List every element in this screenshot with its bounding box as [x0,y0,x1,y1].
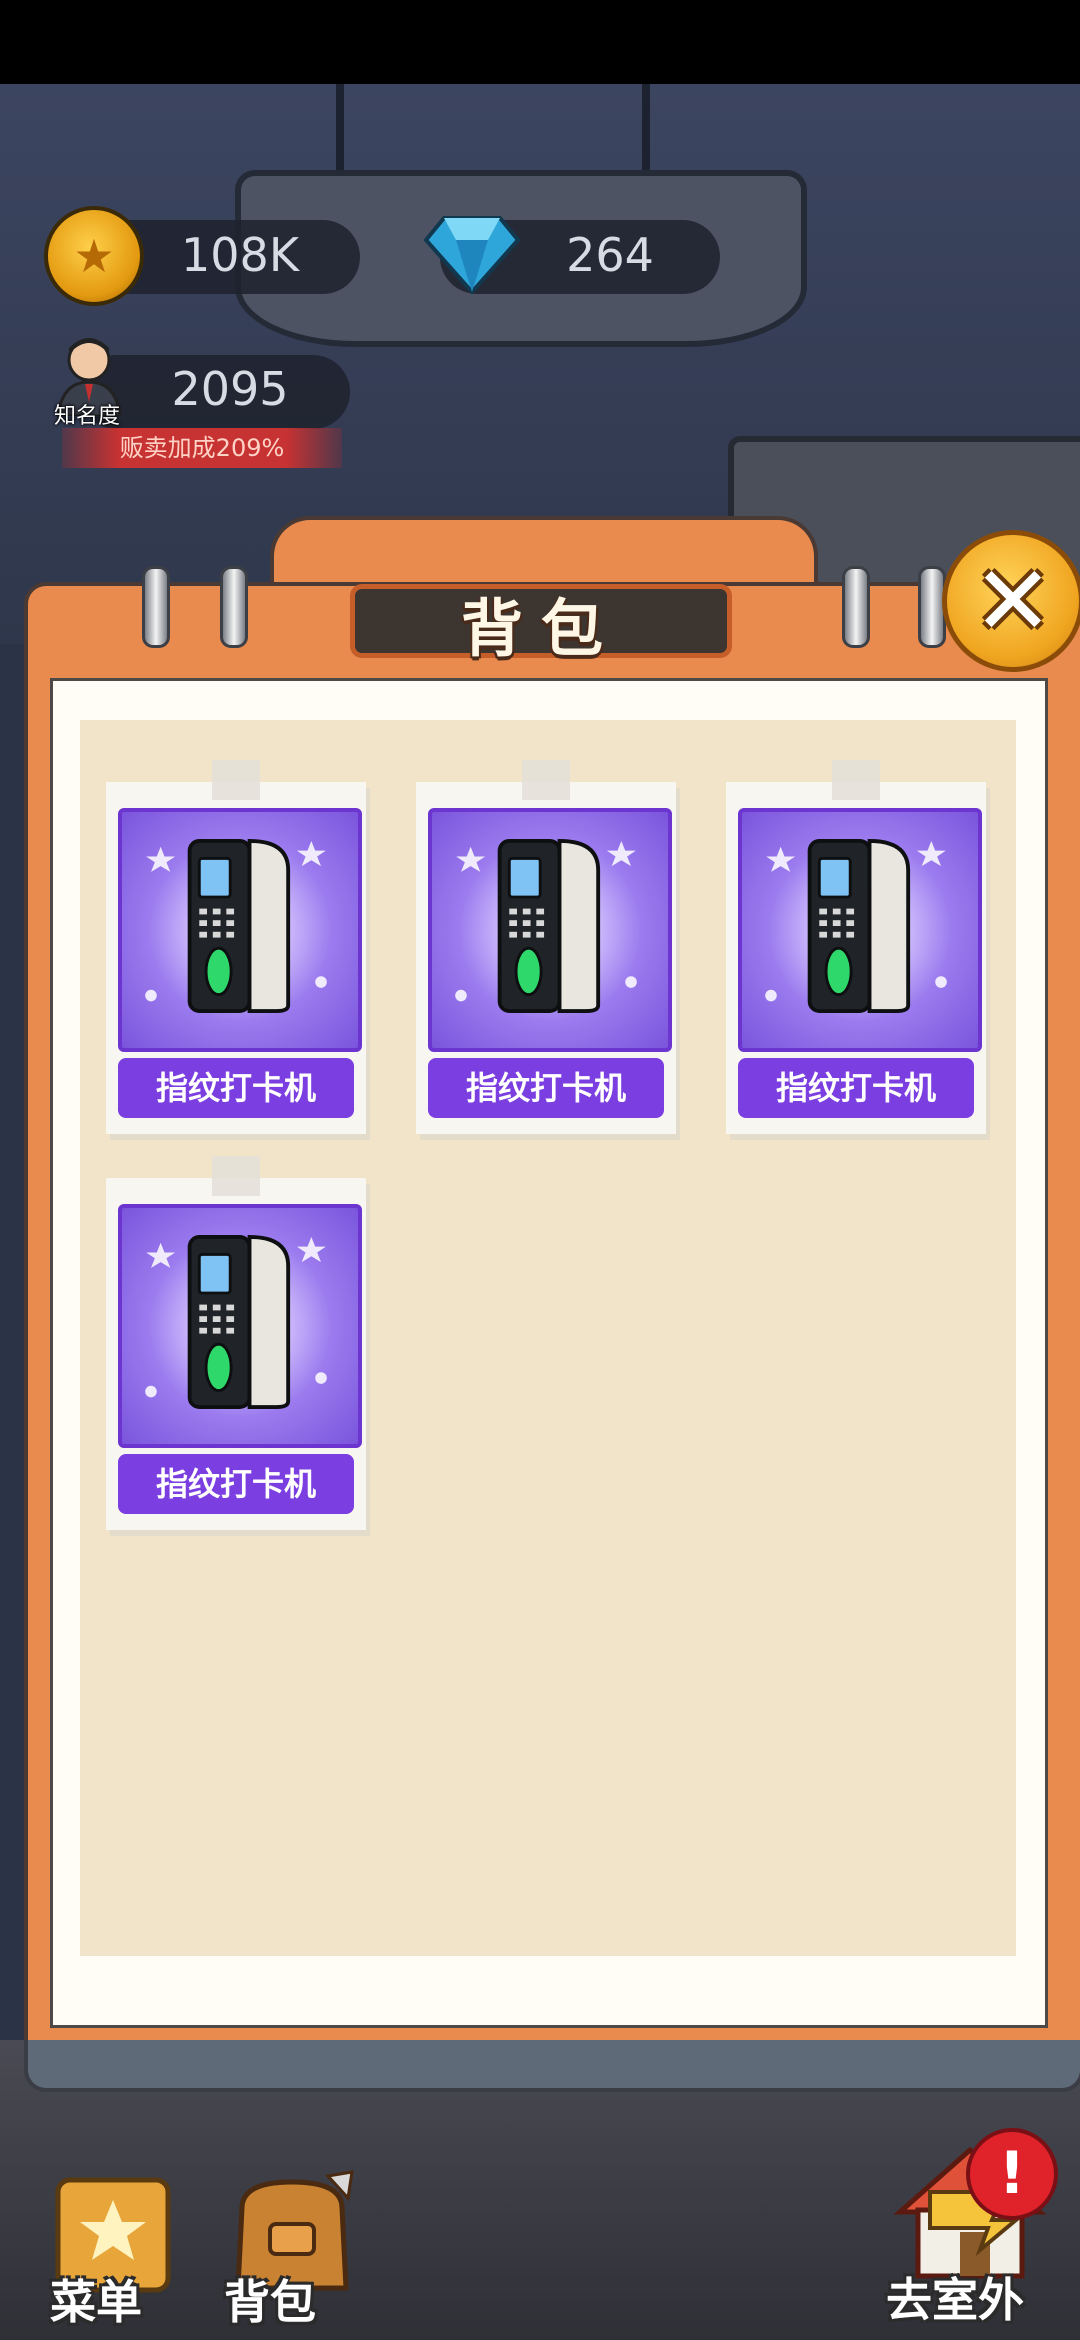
fame-label: 知名度 [54,404,121,429]
item-label: 指纹打卡机 [738,1058,974,1118]
tape [212,1156,260,1196]
close-icon: ✕ [972,545,1054,657]
gem-value: 264 [566,228,654,282]
sell-bonus-badge: 贩卖加成209% [62,428,342,468]
fingerprint-clock-icon [455,839,637,1013]
item-art [118,808,362,1052]
tape [522,760,570,800]
inventory-item[interactable]: 指纹打卡机 [726,760,986,1134]
inventory-item[interactable]: 指纹打卡机 [106,760,366,1134]
fame-value: 2095 [171,362,289,416]
status-bar [0,0,1080,84]
alert-icon: ! [966,2128,1058,2220]
menu-label: 菜单 [50,2275,142,2329]
item-label: 指纹打卡机 [118,1454,354,1514]
menu-button[interactable]: 菜单 [40,2170,190,2330]
coin-icon: ★ [44,206,144,306]
bag-button[interactable]: 背包 [212,2168,372,2330]
item-label: 指纹打卡机 [428,1058,664,1118]
fingerprint-clock-icon [145,1235,327,1409]
fingerprint-clock-icon [765,839,947,1013]
inventory-item[interactable]: 指纹打卡机 [106,1156,366,1530]
tape [212,760,260,800]
coin-value: 108K [181,228,299,282]
diamond-icon [424,216,520,294]
item-label: 指纹打卡机 [118,1058,354,1118]
inventory-item[interactable]: 指纹打卡机 [416,760,676,1134]
panel-rim [24,2040,1080,2092]
fingerprint-clock-icon [145,839,327,1013]
bag-label: 背包 [224,2275,316,2329]
go-outdoor-label: 去室外 [886,2273,1024,2327]
item-art [738,808,982,1052]
close-button[interactable]: ✕ [942,530,1080,672]
binder-ring [220,566,248,648]
binder-ring [142,566,170,648]
panel-title: 背包 [460,592,621,665]
item-art [118,1204,362,1448]
binder-ring [842,566,870,648]
item-art [428,808,672,1052]
tape [832,760,880,800]
